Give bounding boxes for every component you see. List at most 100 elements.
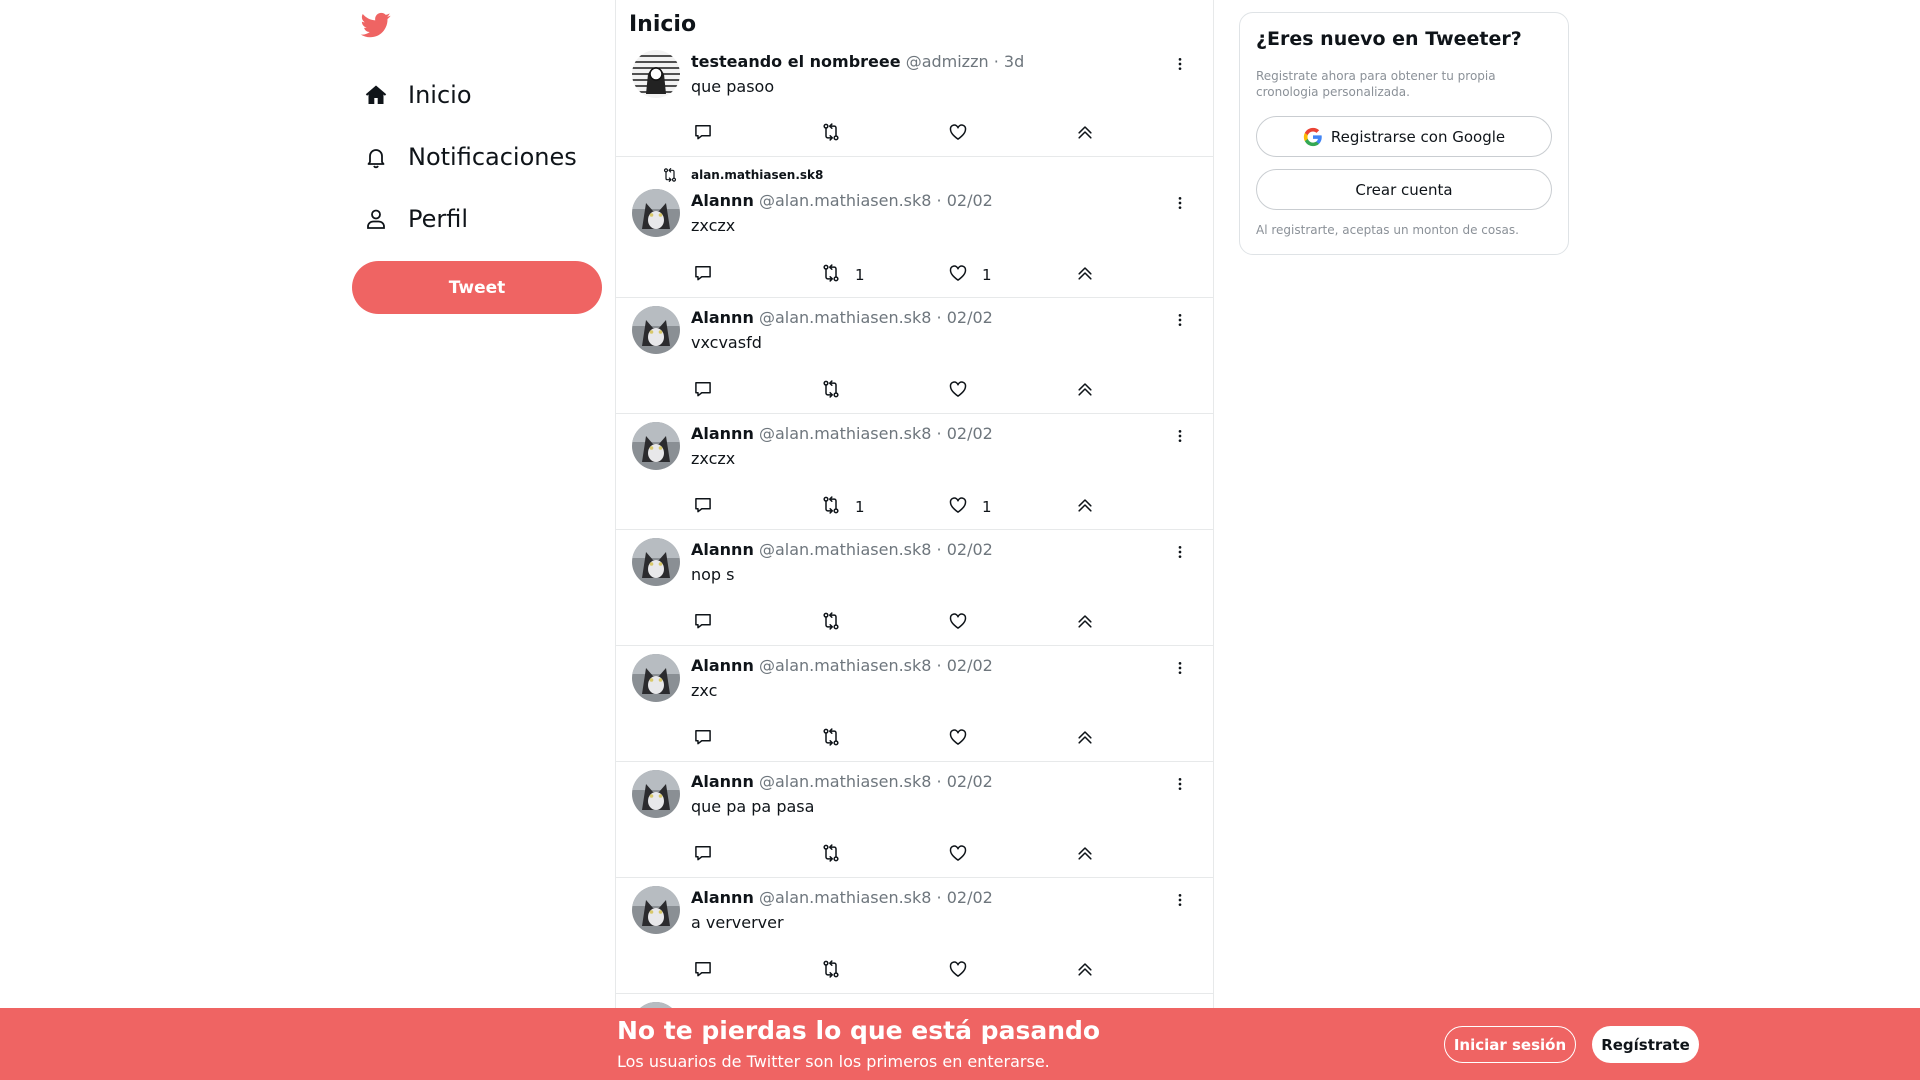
chevrons-up-icon <box>1075 843 1095 867</box>
share-button[interactable] <box>1075 843 1095 867</box>
more-options-icon[interactable] <box>1170 310 1190 330</box>
more-options-icon[interactable] <box>1170 658 1190 678</box>
tweet-author-name[interactable]: Alannn <box>691 191 754 210</box>
tweet-author-name[interactable]: Alannn <box>691 540 754 559</box>
like-button[interactable]: 1 <box>948 495 992 519</box>
tweet-text: que pa pa pasa <box>691 797 815 816</box>
tweet-header: Alannn @alan.mathiasen.sk8 · 02/02 <box>691 424 993 443</box>
share-button[interactable] <box>1075 122 1095 146</box>
tweet-author-name[interactable]: Alannn <box>691 656 754 675</box>
tweet-separator: · <box>931 540 947 559</box>
tweet-card[interactable]: alan.mathiasen.sk8 Alannn @alan.mathiasen… <box>616 157 1213 298</box>
bottom-bar-title: No te pierdas lo que está pasando <box>617 1016 1101 1045</box>
reply-button[interactable] <box>693 727 713 751</box>
tweet-date: 02/02 <box>946 656 993 675</box>
retweet-button[interactable]: 1 <box>821 263 865 287</box>
tweet-separator: · <box>931 772 947 791</box>
reply-button[interactable] <box>693 122 713 146</box>
tweet-header: Alannn @alan.mathiasen.sk8 · 02/02 <box>691 656 993 675</box>
share-button[interactable] <box>1075 263 1095 287</box>
avatar[interactable] <box>632 538 680 586</box>
reply-button[interactable] <box>693 959 713 983</box>
tweet-button[interactable]: Tweet <box>352 261 602 314</box>
tweet-card[interactable]: Alannn @alan.mathiasen.sk8 · 02/02 que pa… <box>616 762 1213 878</box>
heart-icon <box>948 495 968 519</box>
like-button[interactable] <box>948 122 968 146</box>
reply-icon <box>693 959 713 983</box>
more-options-icon[interactable] <box>1170 54 1190 74</box>
google-signup-button[interactable]: Registrarse con Google <box>1256 116 1552 157</box>
more-options-icon[interactable] <box>1170 542 1190 562</box>
share-button[interactable] <box>1075 379 1095 403</box>
avatar[interactable] <box>632 886 680 934</box>
retweet-button[interactable] <box>821 611 841 635</box>
avatar[interactable] <box>632 50 680 98</box>
tweet-card[interactable]: Alannn @alan.mathiasen.sk8 · 02/02 vxcvas… <box>616 298 1213 414</box>
chevrons-up-icon <box>1075 727 1095 751</box>
share-button[interactable] <box>1075 959 1095 983</box>
avatar[interactable] <box>632 422 680 470</box>
more-options-icon[interactable] <box>1170 193 1190 213</box>
home-icon <box>362 81 390 109</box>
tweet-separator: · <box>931 424 947 443</box>
tweet-date: 02/02 <box>946 772 993 791</box>
share-button[interactable] <box>1075 611 1095 635</box>
like-button[interactable] <box>948 843 968 867</box>
page-title: Inicio <box>629 12 697 37</box>
reply-button[interactable] <box>693 843 713 867</box>
reply-icon <box>693 727 713 751</box>
like-count: 1 <box>982 266 992 284</box>
more-options-icon[interactable] <box>1170 426 1190 446</box>
signup-button[interactable]: Regístrate <box>1592 1026 1699 1063</box>
share-button[interactable] <box>1075 495 1095 519</box>
retweet-button[interactable] <box>821 843 841 867</box>
tweet-author-name[interactable]: testeando el nombreee <box>691 52 901 71</box>
more-options-icon[interactable] <box>1170 774 1190 794</box>
tweet-card[interactable]: Alannn @alan.mathiasen.sk8 · 02/02 nop s <box>616 530 1213 646</box>
tweet-handle: @alan.mathiasen.sk8 <box>758 772 932 791</box>
retweet-button[interactable] <box>821 959 841 983</box>
tweet-author-name[interactable]: Alannn <box>691 772 754 791</box>
like-button[interactable] <box>948 611 968 635</box>
tweet-card[interactable]: Alannn @alan.mathiasen.sk8 · 02/02 zxczx 1… <box>616 414 1213 530</box>
tweet-author-name[interactable]: Alannn <box>691 888 754 907</box>
reply-button[interactable] <box>693 263 713 287</box>
tweet-handle: @alan.mathiasen.sk8 <box>758 888 932 907</box>
tweet-card[interactable]: Alannn @alan.mathiasen.sk8 · 02/02 a verv… <box>616 878 1213 994</box>
tweet-card[interactable]: testeando el nombreee @admizzn · 3d que p… <box>616 42 1213 157</box>
like-button[interactable] <box>948 379 968 403</box>
retweet-button[interactable] <box>821 727 841 751</box>
retweet-icon <box>821 959 841 983</box>
tweet-author-name[interactable]: Alannn <box>691 308 754 327</box>
sidebar-item-label: Notificaciones <box>408 143 577 171</box>
bird-icon[interactable] <box>360 10 394 40</box>
reply-button[interactable] <box>693 495 713 519</box>
more-options-icon[interactable] <box>1170 890 1190 910</box>
tweet-text: nop s <box>691 565 735 584</box>
like-button[interactable] <box>948 959 968 983</box>
avatar[interactable] <box>632 770 680 818</box>
reply-button[interactable] <box>693 379 713 403</box>
retweet-button[interactable] <box>821 379 841 403</box>
heart-icon <box>948 959 968 983</box>
sidebar-item-inicio[interactable]: Inicio <box>362 70 472 120</box>
reply-button[interactable] <box>693 611 713 635</box>
sidebar-item-perfil[interactable]: Perfil <box>362 194 468 244</box>
avatar[interactable] <box>632 306 680 354</box>
tweet-separator: · <box>931 656 947 675</box>
tweet-author-name[interactable]: Alannn <box>691 424 754 443</box>
avatar[interactable] <box>632 654 680 702</box>
retweet-button[interactable]: 1 <box>821 495 865 519</box>
login-button[interactable]: Iniciar sesión <box>1444 1026 1576 1063</box>
like-button[interactable] <box>948 727 968 751</box>
chevrons-up-icon <box>1075 263 1095 287</box>
like-button[interactable]: 1 <box>948 263 992 287</box>
heart-icon <box>948 122 968 146</box>
bottom-bar-subtitle: Los usuarios de Twitter son los primeros… <box>617 1052 1050 1071</box>
avatar[interactable] <box>632 189 680 237</box>
retweet-button[interactable] <box>821 122 841 146</box>
sidebar-item-notificaciones[interactable]: Notificaciones <box>362 132 577 182</box>
create-account-button[interactable]: Crear cuenta <box>1256 169 1552 210</box>
share-button[interactable] <box>1075 727 1095 751</box>
tweet-card[interactable]: Alannn @alan.mathiasen.sk8 · 02/02 zxc <box>616 646 1213 762</box>
